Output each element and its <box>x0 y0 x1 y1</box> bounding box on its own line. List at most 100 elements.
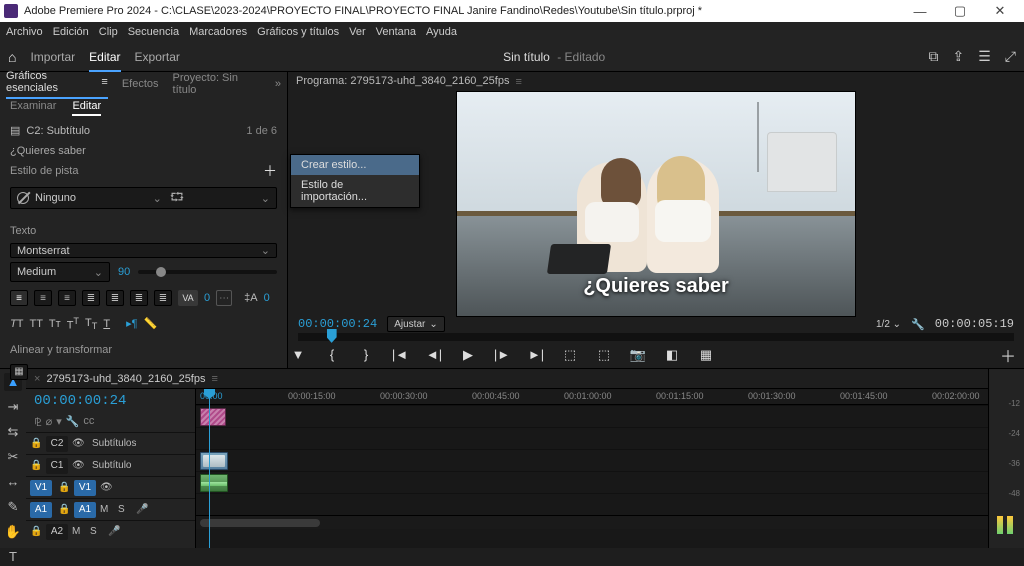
track-header-c1[interactable]: 🔒 C1 👁 Subtítulo <box>26 454 195 476</box>
menu-item-importar-estilo[interactable]: Estilo de importación... <box>291 175 419 207</box>
mute-icon[interactable]: M <box>72 526 86 537</box>
track-header-v1[interactable]: V1 🔒 V1 👁 <box>26 476 195 498</box>
track-style-select[interactable]: Ninguno ⌄ ⮔ ⌄ <box>10 187 277 209</box>
subtitle-overlay[interactable]: ¿Quieres saber <box>583 275 729 298</box>
linked-selection-icon[interactable]: ⌀ <box>46 415 53 430</box>
mark-in-icon[interactable]: { <box>322 347 342 362</box>
lock-icon[interactable]: 🔒 <box>30 438 42 449</box>
home-icon[interactable]: ⌂ <box>8 49 16 65</box>
lock-icon[interactable]: 🔒 <box>58 504 70 515</box>
workspaces-icon[interactable]: ☰ <box>978 48 991 65</box>
menu-edicion[interactable]: Edición <box>53 26 89 38</box>
align-right-icon[interactable]: ≡ <box>58 290 76 306</box>
resolution-select[interactable]: 1/2 ⌄ <box>876 319 901 330</box>
subscript-icon[interactable]: TT <box>85 317 97 331</box>
step-back-icon[interactable]: ◄| <box>424 347 444 362</box>
razor-tool-icon[interactable]: ✂ <box>4 448 22 466</box>
superscript-icon[interactable]: TT <box>67 316 79 332</box>
hand-tool-icon[interactable]: ✋ <box>4 523 22 541</box>
export-frame-icon[interactable]: 📷 <box>628 347 648 363</box>
quick-export-icon[interactable]: ⧉ <box>929 48 939 65</box>
faux-bold-icon[interactable]: TT <box>10 318 23 330</box>
track-select-tool-icon[interactable]: ⇥ <box>4 398 22 416</box>
cc-icon[interactable]: cc <box>83 415 94 430</box>
slip-tool-icon[interactable]: ↔ <box>4 473 22 491</box>
justify-full-icon[interactable]: ≣ <box>154 290 172 306</box>
goto-out-icon[interactable]: ►| <box>526 347 546 362</box>
menu-graficos[interactable]: Gráficos y títulos <box>257 26 339 38</box>
add-marker-icon[interactable]: ▼ <box>288 347 308 362</box>
lock-icon[interactable]: 🔒 <box>30 460 42 471</box>
menu-ayuda[interactable]: Ayuda <box>426 26 457 38</box>
tab-editar[interactable]: Editar <box>89 50 120 64</box>
pen-tool-icon[interactable]: ✎ <box>4 498 22 516</box>
font-size-value[interactable]: 90 <box>118 266 130 278</box>
lock-icon[interactable]: 🔒 <box>58 482 70 493</box>
clip-header-row[interactable]: ▤ C2: Subtítulo 1 de 6 <box>0 120 287 141</box>
minimize-button[interactable]: — <box>900 4 940 19</box>
lock-icon[interactable]: 🔒 <box>30 526 42 537</box>
font-family-select[interactable]: Montserrat ⌄ <box>10 243 277 258</box>
menu-clip[interactable]: Clip <box>99 26 118 38</box>
solo-icon[interactable]: S <box>90 526 104 537</box>
tab-ruler-icon[interactable]: ▸¶ <box>126 317 137 330</box>
add-style-icon[interactable]: ＋ <box>263 161 277 181</box>
align-center-icon[interactable]: ≡ <box>34 290 52 306</box>
panel-menu-icon[interactable]: ≡ <box>515 76 521 88</box>
small-caps-icon[interactable]: Tᴛ <box>49 318 61 330</box>
justify-center-icon[interactable]: ≣ <box>106 290 124 306</box>
panel-tab-efectos[interactable]: Efectos <box>122 78 159 90</box>
justify-right-icon[interactable]: ≣ <box>130 290 148 306</box>
panel-tab-proyecto[interactable]: Proyecto: Sin título <box>173 72 261 96</box>
track-header-a1[interactable]: A1 🔒 A1 M S 🎤 <box>26 498 195 520</box>
panel-tab-graficos[interactable]: Gráficos esenciales≡ <box>6 70 108 99</box>
zoom-fit-select[interactable]: Ajustar⌄ <box>387 316 445 332</box>
timeline-ruler[interactable]: 00:00 00:00:15:00 00:00:30:00 00:00:45:0… <box>196 389 988 405</box>
voice-icon[interactable]: 🎤 <box>136 504 150 515</box>
tab-exportar[interactable]: Exportar <box>135 50 180 64</box>
proxy-toggle-icon[interactable]: ▦ <box>696 347 716 363</box>
tab-importar[interactable]: Importar <box>30 50 75 64</box>
all-caps-icon[interactable]: TT <box>29 318 42 330</box>
justify-left-icon[interactable]: ≣ <box>82 290 100 306</box>
panel-collapse-icon[interactable]: » <box>275 78 281 90</box>
program-monitor[interactable]: ¿Quieres saber <box>457 92 855 316</box>
anchor-grid-icon[interactable]: ▦ <box>10 364 28 380</box>
play-icon[interactable]: ▶ <box>458 347 478 363</box>
close-button[interactable]: ✕ <box>980 3 1020 19</box>
eye-icon[interactable]: 👁 <box>100 482 114 493</box>
align-left-icon[interactable]: ≡ <box>10 290 28 306</box>
ruler-icon[interactable]: 📏 <box>144 317 158 330</box>
voice-icon[interactable]: 🎤 <box>108 526 122 537</box>
eye-icon[interactable]: 👁 <box>72 460 86 471</box>
menu-ver[interactable]: Ver <box>349 26 366 38</box>
font-weight-select[interactable]: Medium ⌄ <box>10 262 110 282</box>
eye-icon[interactable]: 👁 <box>72 438 86 449</box>
marker-icon[interactable]: ▾ <box>56 415 62 430</box>
menu-marcadores[interactable]: Marcadores <box>189 26 247 38</box>
solo-icon[interactable]: S <box>118 504 132 515</box>
subtitle-text-row[interactable]: ¿Quieres saber <box>0 141 287 161</box>
share-icon[interactable]: ⇪ <box>953 48 965 65</box>
video-clip[interactable] <box>200 452 228 470</box>
menu-archivo[interactable]: Archivo <box>6 26 43 38</box>
step-fwd-icon[interactable]: |► <box>492 347 512 362</box>
mark-out-icon[interactable]: } <box>356 347 376 362</box>
button-editor-icon[interactable]: ＋ <box>1000 343 1016 367</box>
menu-secuencia[interactable]: Secuencia <box>128 26 179 38</box>
wrench-icon[interactable]: 🔧 <box>66 415 80 430</box>
style-push-icon[interactable]: ⮔ <box>170 188 184 209</box>
subtab-editar[interactable]: Editar <box>72 100 101 116</box>
timeline-timecode[interactable]: 00:00:00:24 <box>26 389 195 413</box>
subtab-examinar[interactable]: Examinar <box>10 100 56 116</box>
fullscreen-icon[interactable]: ⤢ <box>1005 48 1016 65</box>
program-timecode[interactable]: 00:00:00:24 <box>298 317 377 331</box>
extract-icon[interactable]: ⬚ <box>594 347 614 363</box>
snap-icon[interactable]: ⅊ <box>34 415 42 430</box>
goto-in-icon[interactable]: |◄ <box>390 347 410 362</box>
track-header-a2[interactable]: 🔒 A2 M S 🎤 <box>26 520 195 542</box>
tracking-value[interactable]: 0 <box>204 292 210 304</box>
comparison-view-icon[interactable]: ◧ <box>662 347 682 363</box>
maximize-button[interactable]: ▢ <box>940 3 980 19</box>
menu-ventana[interactable]: Ventana <box>376 26 416 38</box>
